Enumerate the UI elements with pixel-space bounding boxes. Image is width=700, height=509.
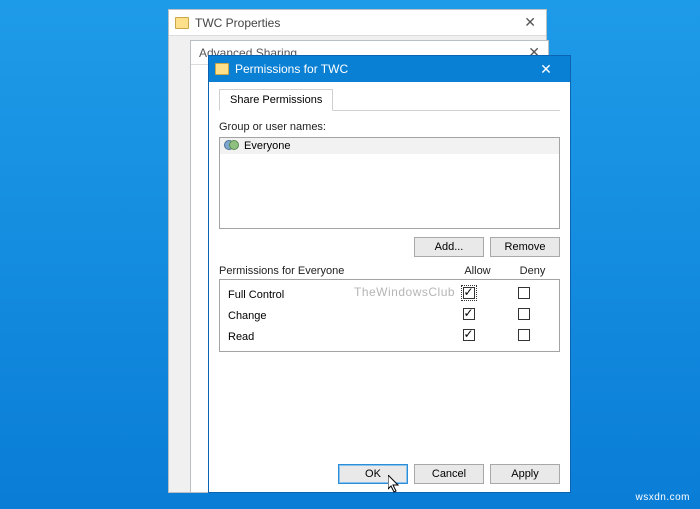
properties-titlebar: TWC Properties ✕ [169,10,546,36]
ok-button[interactable]: OK [338,464,408,484]
table-row: Change [220,305,559,326]
deny-checkbox-change[interactable] [518,308,530,320]
allow-checkbox-full-control[interactable] [463,287,475,299]
group-user-label: Group or user names: [219,121,560,133]
user-name: Everyone [244,140,290,152]
permissions-for-label: Permissions for Everyone [219,265,450,277]
properties-title: TWC Properties [195,16,280,30]
user-listbox[interactable]: Everyone [219,137,560,229]
apply-button[interactable]: Apply [490,464,560,484]
add-button[interactable]: Add... [414,237,484,257]
deny-checkbox-full-control[interactable] [518,287,530,299]
list-item[interactable]: Everyone [220,138,559,154]
close-icon[interactable]: ✕ [520,14,540,31]
close-icon[interactable]: ✕ [528,61,564,78]
users-icon [224,140,240,152]
permissions-titlebar: Permissions for TWC ✕ [209,56,570,82]
permission-name: Read [228,331,441,343]
folder-icon [215,63,229,75]
remove-button[interactable]: Remove [490,237,560,257]
tab-share-permissions[interactable]: Share Permissions [219,89,333,111]
tab-strip: Share Permissions [219,88,560,111]
cancel-button[interactable]: Cancel [414,464,484,484]
permissions-body: Share Permissions Group or user names: E… [209,82,570,352]
table-row: Read [220,326,559,347]
column-allow: Allow [450,265,505,277]
dialog-footer: OK Cancel Apply [338,464,560,484]
permissions-title: Permissions for TWC [235,62,348,76]
deny-checkbox-read[interactable] [518,329,530,341]
folder-icon [175,17,189,29]
column-deny: Deny [505,265,560,277]
permission-name: Change [228,310,441,322]
permissions-header: Permissions for Everyone Allow Deny [219,265,560,277]
permissions-window: Permissions for TWC ✕ Share Permissions … [208,55,571,493]
allow-checkbox-change[interactable] [463,308,475,320]
allow-checkbox-read[interactable] [463,329,475,341]
watermark-text: TheWindowsClub [354,285,455,299]
